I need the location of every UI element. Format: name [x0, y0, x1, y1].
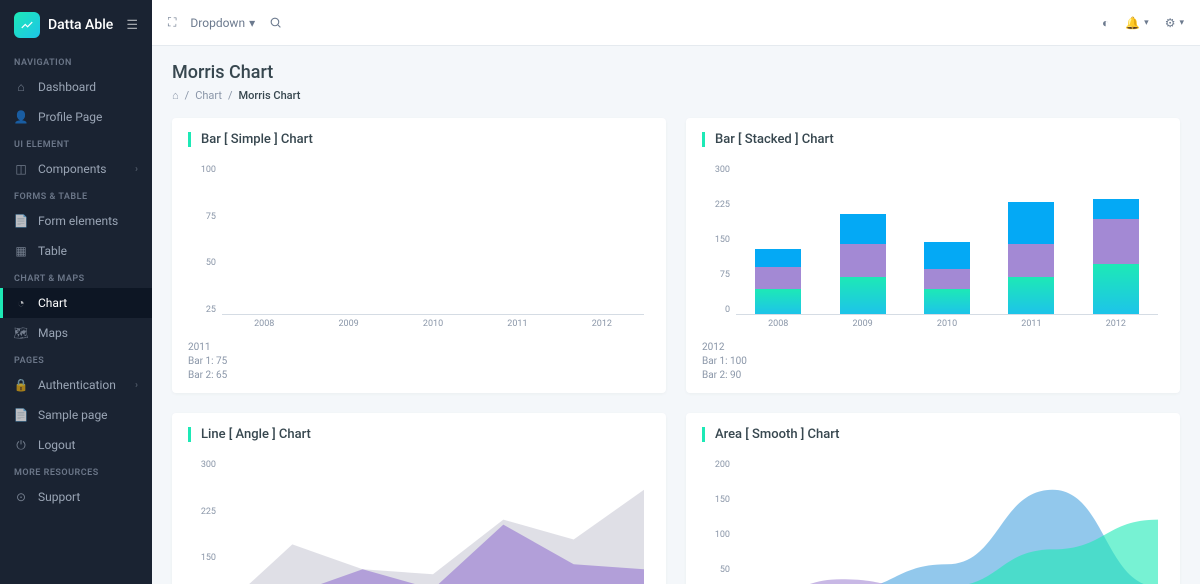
card-bar-simple: Bar [ Simple ] Chart 1007550252008200920… — [172, 118, 666, 393]
breadcrumb-current: Morris Chart — [239, 89, 301, 102]
breadcrumb: ⌂ / Chart / Morris Chart — [172, 89, 1180, 102]
card-title: Line [ Angle ] Chart — [188, 427, 650, 442]
sidebar-item-authentication[interactable]: 🔒 Authentication › — [0, 370, 152, 400]
search-icon[interactable] — [269, 16, 282, 29]
sidebar-item-table[interactable]: ▦ Table — [0, 236, 152, 266]
card-title: Bar [ Simple ] Chart — [188, 132, 650, 147]
bell-icon[interactable]: 🔔▾ — [1125, 16, 1148, 30]
chevron-right-icon: › — [135, 380, 138, 391]
chart-area-smooth[interactable]: 20015010050020102012201420162018 — [702, 460, 1164, 584]
sidebar-item-chart[interactable]: ◔ Chart — [0, 288, 152, 318]
chevron-right-icon: › — [135, 164, 138, 175]
brand-name: Datta Able — [48, 17, 113, 33]
sidebar-item-label: Authentication — [38, 378, 116, 392]
nav-section-label: PAGES — [0, 348, 152, 370]
bar-segment[interactable] — [840, 214, 886, 244]
sidebar-item-profile-page[interactable]: 👤 Profile Page — [0, 102, 152, 132]
card-area-smooth: Area [ Smooth ] Chart 200150100500201020… — [686, 413, 1180, 584]
sidebar-item-label: Table — [38, 244, 67, 258]
sidebar-item-label: Form elements — [38, 214, 118, 228]
lock-icon: 🔒 — [14, 378, 28, 392]
card-title: Area [ Smooth ] Chart — [702, 427, 1164, 442]
file-icon: 📄 — [14, 214, 28, 228]
card-line-angle: Line [ Angle ] Chart 3002251507520062007… — [172, 413, 666, 584]
sidebar-item-logout[interactable]: ⏻ Logout — [0, 430, 152, 460]
power-icon: ⏻ — [14, 438, 28, 452]
sidebar-item-label: Logout — [38, 438, 75, 452]
bar-segment[interactable] — [924, 269, 970, 289]
bar-segment[interactable] — [840, 244, 886, 277]
sidebar-item-components[interactable]: ◫ Components › — [0, 154, 152, 184]
table-icon: ▦ — [14, 244, 28, 258]
sidebar-toggle-icon[interactable]: ☰ — [126, 18, 138, 33]
help-icon: ⊙ — [14, 490, 28, 504]
chart-tooltip: 2011 Bar 1: 75 Bar 2: 65 — [188, 341, 650, 383]
breadcrumb-home[interactable]: ⌂ — [172, 89, 179, 102]
chart-bar-simple[interactable]: 10075502520082009201020112012 — [188, 165, 650, 335]
bar-segment[interactable] — [1093, 219, 1139, 264]
nav-section-label: NAVIGATION — [0, 50, 152, 72]
bar-segment[interactable] — [1008, 202, 1054, 245]
sidebar-item-label: Dashboard — [38, 80, 96, 94]
nav-section-label: CHART & MAPS — [0, 266, 152, 288]
topbar: ⛶ Dropdown ▾ ◐ 🔔▾ ⚙▾ — [152, 0, 1200, 46]
bar-segment[interactable] — [755, 289, 801, 314]
sidebar-item-label: Support — [38, 490, 80, 504]
map-icon: 🗺 — [14, 326, 28, 340]
sidebar-item-support[interactable]: ⊙ Support — [0, 482, 152, 512]
breadcrumb-parent[interactable]: Chart — [195, 89, 222, 102]
chart-bar-stacked[interactable]: 30022515075020082009201020112012 — [702, 165, 1164, 335]
page-title: Morris Chart — [172, 62, 1180, 83]
chart-line-angle[interactable]: 300225150752006200720082009201020112012 — [188, 460, 650, 584]
nav-section-label: UI ELEMENT — [0, 132, 152, 154]
bar-segment[interactable] — [1093, 264, 1139, 314]
bar-segment[interactable] — [1008, 244, 1054, 277]
sidebar-item-label: Sample page — [38, 408, 108, 422]
topbar-dropdown[interactable]: Dropdown ▾ — [190, 16, 255, 30]
sidebar-item-label: Maps — [38, 326, 68, 340]
sidebar-item-label: Chart — [38, 296, 67, 310]
card-title: Bar [ Stacked ] Chart — [702, 132, 1164, 147]
sidebar-item-sample-page[interactable]: 📄 Sample page — [0, 400, 152, 430]
bar-segment[interactable] — [755, 267, 801, 290]
sidebar-item-maps[interactable]: 🗺 Maps — [0, 318, 152, 348]
chevron-down-icon: ▾ — [249, 16, 255, 30]
gear-icon[interactable]: ⚙▾ — [1165, 16, 1184, 30]
bar-segment[interactable] — [1008, 277, 1054, 315]
brand-icon — [14, 12, 40, 38]
sidebar-item-form-elements[interactable]: 📄 Form elements — [0, 206, 152, 236]
sidebar-item-dashboard[interactable]: ⌂ Dashboard — [0, 72, 152, 102]
pie-icon: ◔ — [14, 296, 28, 310]
fullscreen-icon[interactable]: ⛶ — [168, 15, 176, 30]
bar-segment[interactable] — [755, 249, 801, 267]
sidebar-item-label: Components — [38, 162, 107, 176]
nav-section-label: FORMS & TABLE — [0, 184, 152, 206]
brand[interactable]: Datta Able ☰ — [0, 0, 152, 50]
chart-tooltip: 2012 Bar 1: 100 Bar 2: 90 — [702, 341, 1164, 383]
topbar-dropdown-label: Dropdown — [190, 16, 245, 30]
page-icon: 📄 — [14, 408, 28, 422]
sidebar: Datta Able ☰ NAVIGATION ⌂ Dashboard 👤 Profil… — [0, 0, 152, 584]
user-icon: 👤 — [14, 110, 28, 124]
box-icon: ◫ — [14, 162, 28, 176]
home-icon: ⌂ — [14, 80, 28, 94]
bar-segment[interactable] — [1093, 199, 1139, 219]
theme-toggle-icon[interactable]: ◐ — [1102, 16, 1109, 30]
bar-segment[interactable] — [840, 277, 886, 315]
card-bar-stacked: Bar [ Stacked ] Chart 300225150750200820… — [686, 118, 1180, 393]
bar-segment[interactable] — [924, 289, 970, 314]
sidebar-item-label: Profile Page — [38, 110, 102, 124]
nav-section-label: MORE RESOURCES — [0, 460, 152, 482]
bar-segment[interactable] — [924, 242, 970, 270]
